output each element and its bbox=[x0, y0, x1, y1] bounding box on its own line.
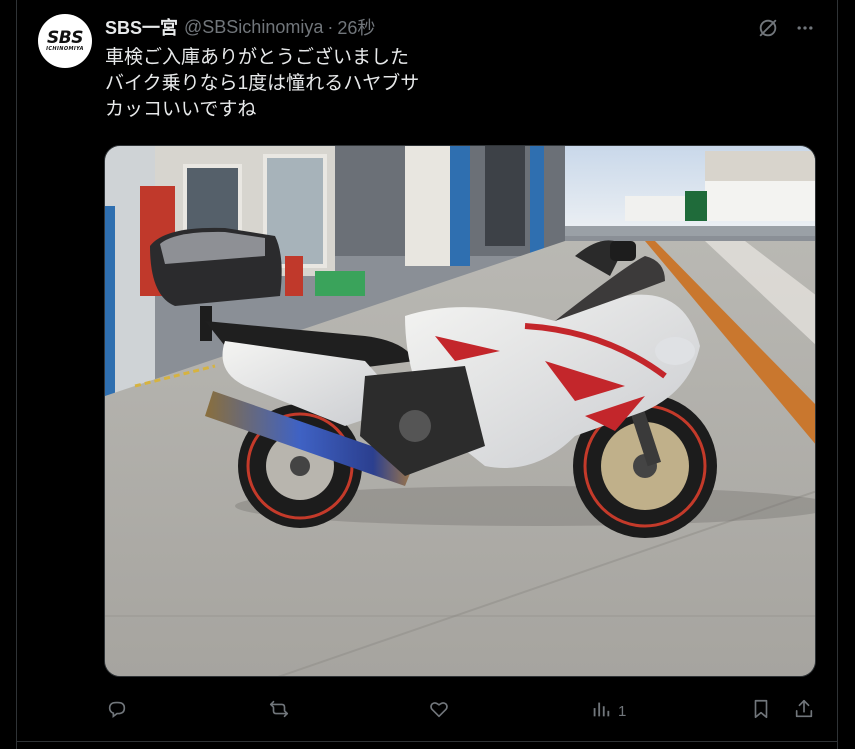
avatar-logo-sub: ICHINOMIYA bbox=[46, 46, 84, 52]
share-icon bbox=[793, 698, 815, 724]
like-button[interactable] bbox=[428, 697, 450, 725]
like-icon bbox=[428, 698, 450, 724]
more-icon[interactable] bbox=[793, 16, 817, 40]
separator-dot: · bbox=[327, 16, 334, 37]
share-button[interactable] bbox=[793, 697, 815, 725]
avatar[interactable]: SBS ICHINOMIYA bbox=[38, 14, 92, 68]
views-count: 1 bbox=[618, 702, 627, 720]
retweet-icon bbox=[268, 698, 290, 724]
bookmark-icon bbox=[750, 698, 772, 724]
divider bbox=[16, 741, 838, 742]
tweet-text-line: カッコいいですね bbox=[105, 99, 257, 120]
timestamp[interactable]: 26秒 bbox=[337, 14, 375, 40]
bookmark-button[interactable] bbox=[750, 697, 772, 725]
tweet-photo[interactable] bbox=[104, 145, 816, 677]
user-handle[interactable]: @SBSichinomiya bbox=[184, 17, 323, 38]
views-icon bbox=[590, 698, 612, 724]
tweet-actions: 1 bbox=[0, 697, 855, 725]
tweet-header: SBS一宮 @SBSichinomiya · 26秒 bbox=[105, 15, 375, 39]
views-button[interactable]: 1 bbox=[590, 697, 626, 725]
tweet-text-line: バイク乗りなら1度は憧れるハヤブサ bbox=[105, 73, 420, 94]
retweet-button[interactable] bbox=[268, 697, 290, 725]
reply-button[interactable] bbox=[106, 697, 128, 725]
tweet-text: 車検ご入庫ありがとうございました バイク乗りなら1度は憧れるハヤブサ カッコいい… bbox=[105, 45, 419, 123]
tweet-text-line: 車検ご入庫ありがとうございました bbox=[105, 47, 410, 68]
reply-icon bbox=[106, 698, 128, 724]
motorcycle-photo bbox=[105, 146, 815, 676]
avatar-logo: SBS bbox=[47, 28, 83, 48]
grok-icon[interactable] bbox=[756, 16, 780, 40]
display-name[interactable]: SBS一宮 bbox=[105, 14, 178, 40]
